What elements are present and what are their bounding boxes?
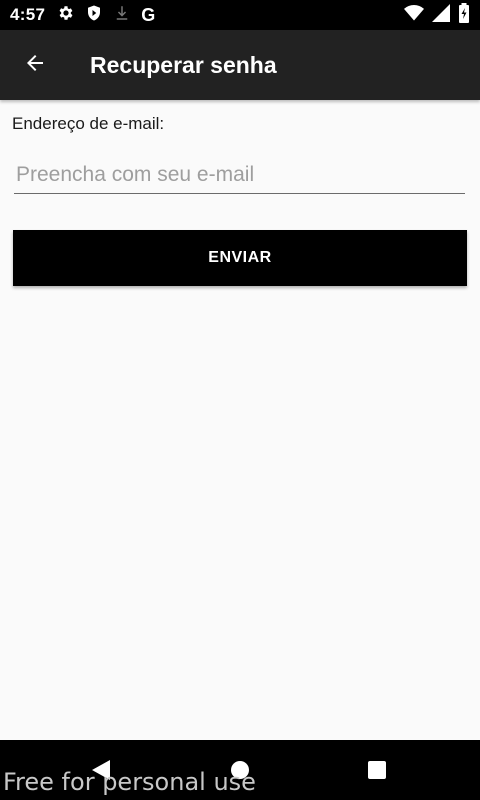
send-button[interactable]: ENVIAR (13, 230, 467, 286)
app-bar: Recuperar senha (0, 30, 480, 100)
screen: 4:57 G Recuperar senha Endereço de e-mai… (0, 0, 480, 800)
back-triangle-icon[interactable] (90, 758, 112, 787)
arrow-left-icon (23, 51, 47, 80)
status-notification-icons: G (57, 4, 155, 27)
email-label: Endereço de e-mail: (12, 114, 165, 133)
status-system-icons (404, 2, 470, 28)
navigation-bar (0, 740, 480, 800)
back-button[interactable] (0, 30, 70, 100)
wifi-icon (404, 4, 424, 27)
home-circle-icon[interactable] (230, 758, 252, 787)
gear-icon (57, 4, 75, 27)
google-icon: G (141, 4, 156, 25)
email-field[interactable] (14, 160, 465, 194)
download-icon (113, 4, 131, 27)
status-bar: 4:57 G (0, 0, 480, 30)
signal-icon (432, 3, 450, 27)
battery-icon (458, 2, 470, 28)
page-title: Recuperar senha (90, 51, 277, 78)
recents-square-icon[interactable] (367, 758, 389, 787)
status-time: 4:57 (10, 5, 46, 24)
shield-icon (85, 4, 103, 27)
